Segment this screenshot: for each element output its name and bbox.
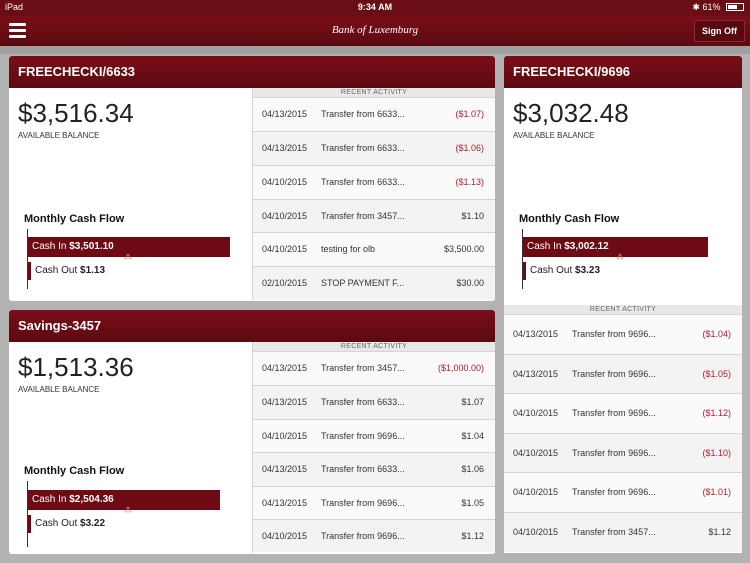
account-name[interactable]: FREECHECKI/6633 xyxy=(9,56,495,88)
recent-activity-3457: RECENT ACTIVITY 04/13/2015 Transfer from … xyxy=(252,342,495,553)
battery-percent: 61% xyxy=(702,2,721,12)
brand-title: Bank of Luxemburg xyxy=(331,24,419,36)
recent-activity-9696: RECENT ACTIVITY 04/13/2015 Transfer from … xyxy=(504,305,742,553)
recent-activity-header: RECENT ACTIVITY xyxy=(253,88,495,98)
table-row[interactable]: 04/13/2015 Transfer from 6633... ($1.07) xyxy=(253,98,495,132)
cash-out-bar: Cash Out $3.23 xyxy=(523,262,600,280)
table-row[interactable]: 04/13/2015 Transfer from 6633... ($1.06) xyxy=(253,132,495,166)
balance-label: AVAILABLE BALANCE xyxy=(513,131,595,140)
table-row[interactable]: 04/10/2015 Transfer from 9696... $1.12 xyxy=(253,520,495,552)
table-row[interactable]: 04/13/2015 Transfer from 9696... $1.05 xyxy=(253,487,495,520)
table-row[interactable]: 04/10/2015 Transfer from 9696... $1.04 xyxy=(253,420,495,453)
account-balance: $3,032.48 xyxy=(513,98,629,128)
nav-divider xyxy=(0,46,750,54)
table-row[interactable]: 04/10/2015 testing for olb $3,500.00 xyxy=(253,233,495,267)
table-row[interactable]: 04/10/2015 Transfer from 9696... ($1.10) xyxy=(504,434,742,473)
table-row[interactable]: 04/10/2015 Transfer from 3457... $1.12 xyxy=(504,513,742,552)
account-name[interactable]: FREECHECKI/9696 xyxy=(504,56,742,88)
table-row[interactable]: 04/10/2015 Transfer from 3457... $1.10 xyxy=(253,200,495,233)
battery-status: ✱ 61% xyxy=(692,2,744,13)
table-row[interactable]: 02/10/2015 STOP PAYMENT F... $30.00 xyxy=(253,267,495,300)
account-balance: $3,516.34 xyxy=(18,98,134,128)
table-row[interactable]: 04/10/2015 Transfer from 9696... ($1.01) xyxy=(504,473,742,513)
cashflow-title: Monthly Cash Flow xyxy=(24,465,125,477)
nav-bar: Bank of Luxemburg Sign Off xyxy=(0,16,750,46)
account-name[interactable]: Savings-3457 xyxy=(9,310,495,342)
recent-activity-header: RECENT ACTIVITY xyxy=(253,342,495,352)
table-row[interactable]: 04/13/2015 Transfer from 6633... $1.06 xyxy=(253,453,495,487)
battery-icon xyxy=(726,3,744,11)
account-balance: $1,513.36 xyxy=(18,352,134,382)
balance-label: AVAILABLE BALANCE xyxy=(18,131,100,140)
status-bar: iPad 9:34 AM ✱ 61% xyxy=(0,0,750,16)
recent-activity-6633: RECENT ACTIVITY 04/13/2015 Transfer from … xyxy=(252,88,495,300)
table-row[interactable]: 04/13/2015 Transfer from 6633... $1.07 xyxy=(253,386,495,420)
table-row[interactable]: 04/13/2015 Transfer from 9696... ($1.05) xyxy=(504,355,742,394)
table-row[interactable]: 04/10/2015 Transfer from 9696... ($1.12) xyxy=(504,394,742,434)
cash-out-bar: Cash Out $1.13 xyxy=(28,262,105,280)
table-row[interactable]: 04/10/2015 Transfer from 6633... ($1.13) xyxy=(253,166,495,200)
chart-tick: ⁂ xyxy=(124,253,132,262)
chart-tick: ⁂ xyxy=(616,253,624,262)
bluetooth-icon: ✱ xyxy=(692,2,700,12)
table-row[interactable]: 04/13/2015 Transfer from 3457... ($1,000.0… xyxy=(253,352,495,386)
sign-off-button[interactable]: Sign Off xyxy=(694,20,745,42)
chart-tick: ⁂ xyxy=(124,506,132,515)
balance-label: AVAILABLE BALANCE xyxy=(18,385,100,394)
cashflow-title: Monthly Cash Flow xyxy=(519,213,620,225)
cash-out-bar: Cash Out $3.22 xyxy=(28,515,105,533)
cashflow-title: Monthly Cash Flow xyxy=(24,213,125,225)
table-row[interactable]: 04/13/2015 Transfer from 9696... ($1.04) xyxy=(504,315,742,355)
clock: 9:34 AM xyxy=(357,2,393,12)
recent-activity-header: RECENT ACTIVITY xyxy=(504,305,742,315)
